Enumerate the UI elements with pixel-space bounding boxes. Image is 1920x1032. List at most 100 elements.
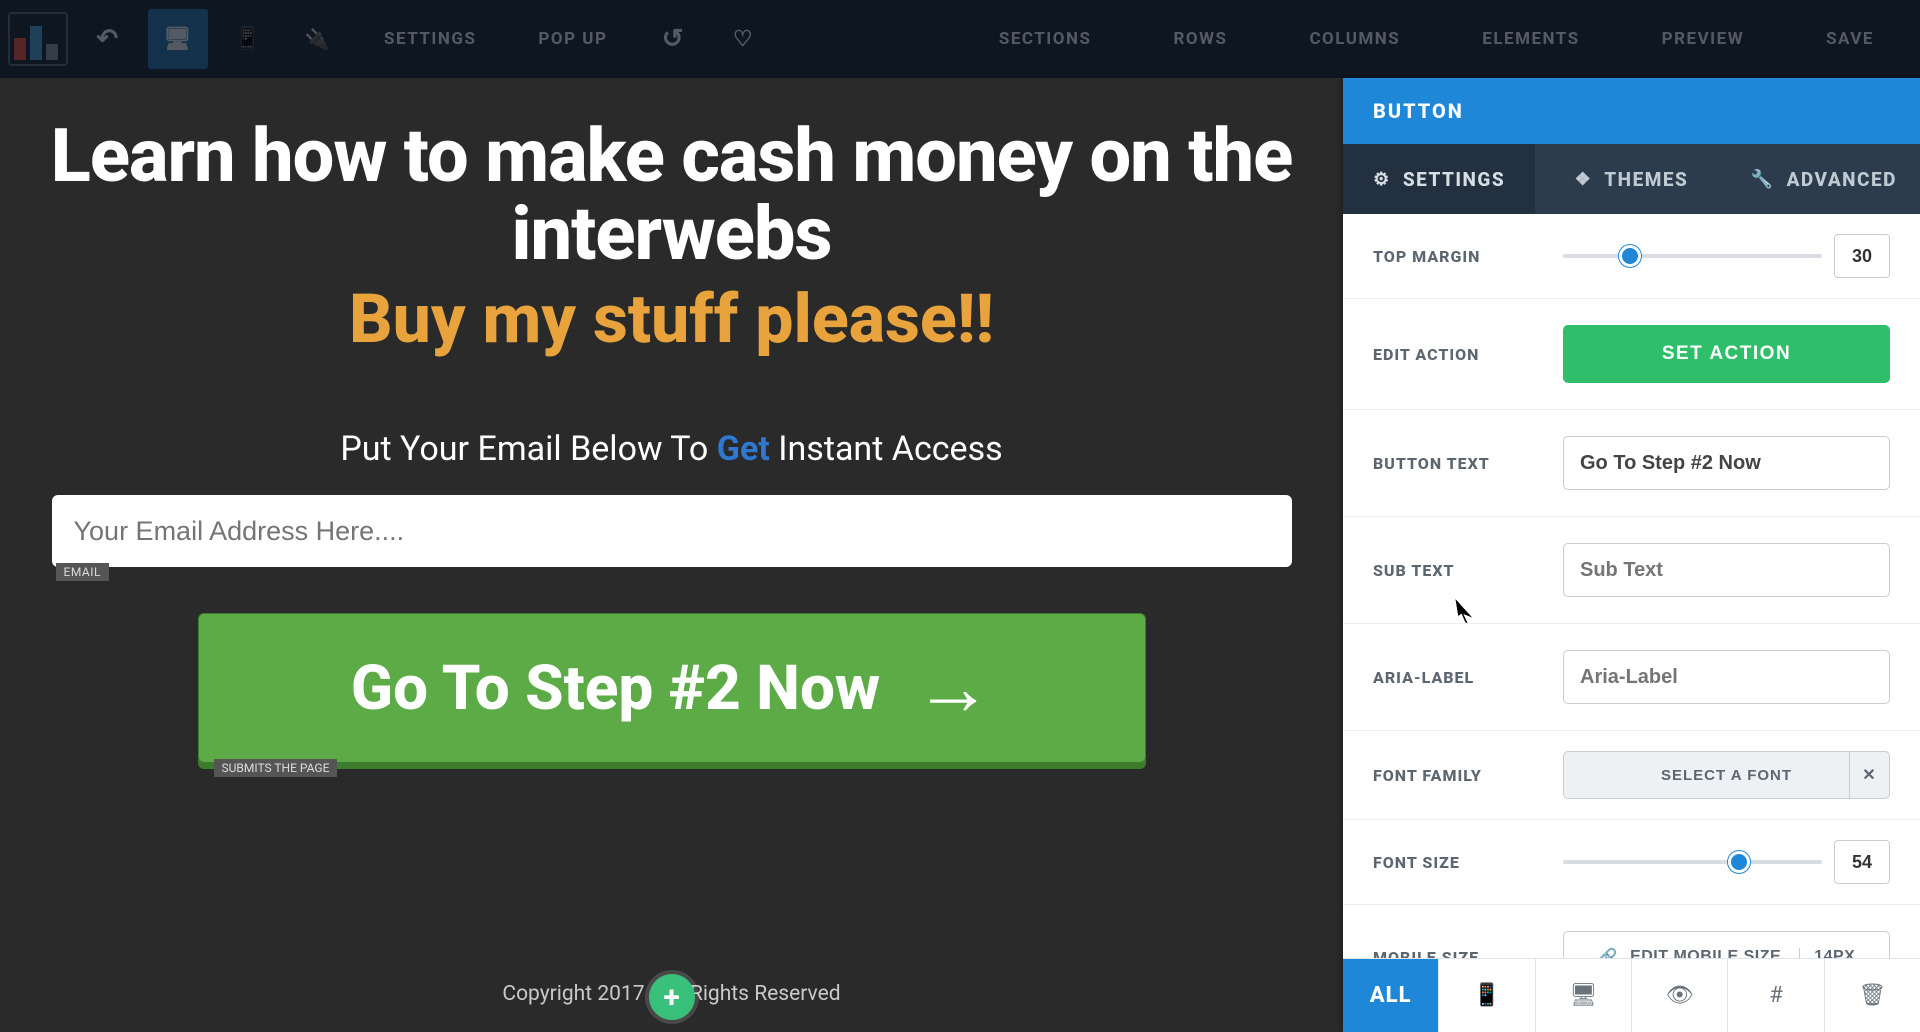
- device-all-label: ALL: [1370, 983, 1412, 1008]
- select-font-button[interactable]: SELECT A FONT ✕: [1563, 751, 1890, 799]
- prop-edit-action: EDIT ACTION SET ACTION: [1343, 299, 1920, 410]
- label-aria-label: ARIA-LABEL: [1373, 668, 1563, 687]
- columns-menu-label: COLUMNS: [1309, 29, 1400, 49]
- tab-advanced[interactable]: 🔧 ADVANCED: [1728, 144, 1920, 214]
- rows-menu-label: ROWS: [1173, 29, 1227, 49]
- page-headline[interactable]: Learn how to make cash money on the inte…: [0, 118, 1343, 273]
- prop-font-family: FONT FAMILY SELECT A FONT ✕: [1343, 731, 1920, 820]
- popup-menu-label: POP UP: [538, 29, 607, 49]
- properties-panel: BUTTON ⚙ SETTINGS ❖ THEMES 🔧 ADVANCED TOP M…: [1343, 78, 1920, 1032]
- label-mobile-size: MOBILE SIZE: [1373, 948, 1563, 959]
- edit-mobile-label: EDIT MOBILE SIZE: [1630, 948, 1781, 958]
- slider-thumb[interactable]: [1619, 245, 1641, 267]
- desktop-view-button[interactable]: [148, 9, 208, 69]
- elements-menu-label: ELEMENTS: [1482, 29, 1579, 49]
- clear-font-button[interactable]: ✕: [1849, 752, 1889, 798]
- delete-element-button[interactable]: 🗑: [1825, 959, 1920, 1032]
- device-mobile-tab[interactable]: 📱: [1439, 959, 1535, 1032]
- panel-title: BUTTON: [1343, 78, 1920, 144]
- device-all-tab[interactable]: ALL: [1343, 959, 1439, 1032]
- hash-icon: #: [1769, 983, 1783, 1008]
- arrow-right-icon: →: [914, 642, 992, 734]
- device-desktop-tab[interactable]: 🖥: [1536, 959, 1632, 1032]
- button-text-input[interactable]: [1563, 436, 1890, 490]
- link-icon: 🔗: [1598, 947, 1618, 958]
- mobile-view-button[interactable]: [218, 9, 278, 69]
- tab-settings[interactable]: ⚙ SETTINGS: [1343, 144, 1535, 214]
- top-margin-slider[interactable]: [1563, 254, 1822, 258]
- email-field[interactable]: [52, 495, 1292, 567]
- cta-button-label: Go To Step #2 Now: [351, 652, 880, 725]
- save-button[interactable]: SAVE: [1790, 9, 1910, 69]
- columns-menu[interactable]: COLUMNS: [1273, 9, 1436, 69]
- mobile-icon: [234, 27, 262, 51]
- label-font-size: FONT SIZE: [1373, 853, 1563, 872]
- history-icon: [662, 24, 685, 54]
- sections-menu[interactable]: SECTIONS: [963, 9, 1128, 69]
- lead-highlight: Get: [717, 429, 770, 469]
- visibility-tab[interactable]: 👁: [1632, 959, 1728, 1032]
- custom-id-tab[interactable]: #: [1728, 959, 1824, 1032]
- top-toolbar: SETTINGS POP UP SECTIONS ROWS COLUMNS EL…: [0, 0, 1920, 78]
- undo-button[interactable]: [78, 9, 138, 69]
- rows-menu[interactable]: ROWS: [1137, 9, 1263, 69]
- prop-button-text: BUTTON TEXT: [1343, 410, 1920, 517]
- prop-mobile-size: MOBILE SIZE 🔗 EDIT MOBILE SIZE 14PX: [1343, 905, 1920, 958]
- app-logo: [8, 12, 68, 66]
- mobile-size-value: 14PX: [1799, 948, 1855, 958]
- gear-icon: ⚙: [1373, 169, 1391, 190]
- prop-aria-label: ARIA-LABEL: [1343, 624, 1920, 731]
- label-top-margin: TOP MARGIN: [1373, 247, 1563, 266]
- save-button-label: SAVE: [1826, 29, 1874, 49]
- preview-button-label: PREVIEW: [1662, 29, 1744, 49]
- history-button[interactable]: [643, 9, 703, 69]
- elements-menu[interactable]: ELEMENTS: [1446, 9, 1615, 69]
- wrench-icon: 🔧: [1751, 169, 1775, 190]
- lead-pre: Put Your Email Below To: [340, 429, 716, 469]
- font-size-slider[interactable]: [1563, 860, 1822, 864]
- editor-canvas[interactable]: Learn how to make cash money on the inte…: [0, 78, 1343, 1032]
- desktop-icon: [163, 27, 192, 52]
- plus-icon: +: [663, 980, 679, 1015]
- email-input-element[interactable]: EMAIL: [52, 495, 1292, 567]
- page-subheadline[interactable]: Buy my stuff please!!: [0, 279, 1343, 359]
- select-font-label: SELECT A FONT: [1661, 767, 1792, 784]
- palette-icon: ❖: [1575, 169, 1593, 190]
- cta-button[interactable]: Go To Step #2 Now →: [198, 613, 1146, 763]
- lead-post: Instant Access: [770, 429, 1003, 469]
- preview-button[interactable]: PREVIEW: [1626, 9, 1780, 69]
- popup-menu[interactable]: POP UP: [512, 9, 633, 69]
- tab-settings-label: SETTINGS: [1403, 168, 1505, 191]
- mobile-icon: 📱: [1473, 983, 1500, 1008]
- prop-sub-text: SUB TEXT: [1343, 517, 1920, 624]
- set-action-button[interactable]: SET ACTION: [1563, 325, 1890, 383]
- top-margin-input[interactable]: [1834, 234, 1890, 278]
- font-size-input[interactable]: [1834, 840, 1890, 884]
- panel-footer-tabs: ALL 📱 🖥 👁 # 🗑: [1343, 958, 1920, 1032]
- panel-title-label: BUTTON: [1373, 99, 1464, 123]
- label-button-text: BUTTON TEXT: [1373, 454, 1563, 473]
- favorite-button[interactable]: [713, 9, 773, 69]
- label-sub-text: SUB TEXT: [1373, 561, 1563, 580]
- slider-thumb[interactable]: [1728, 851, 1750, 873]
- label-edit-action: EDIT ACTION: [1373, 345, 1563, 364]
- trash-icon: 🗑: [1858, 983, 1886, 1008]
- settings-menu[interactable]: SETTINGS: [358, 9, 502, 69]
- tab-advanced-label: ADVANCED: [1787, 168, 1897, 191]
- heart-icon: [733, 27, 754, 52]
- add-section-button[interactable]: +: [649, 974, 695, 1020]
- label-font-family: FONT FAMILY: [1373, 766, 1563, 785]
- edit-mobile-size-button[interactable]: 🔗 EDIT MOBILE SIZE 14PX: [1563, 931, 1890, 958]
- prop-font-size: FONT SIZE: [1343, 820, 1920, 905]
- cta-button-element[interactable]: Go To Step #2 Now → SUBMITS THE PAGE: [198, 613, 1146, 763]
- aria-label-input[interactable]: [1563, 650, 1890, 704]
- integrations-button[interactable]: [288, 9, 348, 69]
- eye-icon: 👁: [1666, 983, 1694, 1008]
- sub-text-input[interactable]: [1563, 543, 1890, 597]
- button-action-tag: SUBMITS THE PAGE: [214, 759, 338, 777]
- tab-themes[interactable]: ❖ THEMES: [1535, 144, 1727, 214]
- tab-themes-label: THEMES: [1604, 168, 1688, 191]
- plug-icon: [305, 27, 331, 51]
- page-lead-text[interactable]: Put Your Email Below To Get Instant Acce…: [0, 429, 1343, 469]
- undo-icon: [96, 24, 119, 54]
